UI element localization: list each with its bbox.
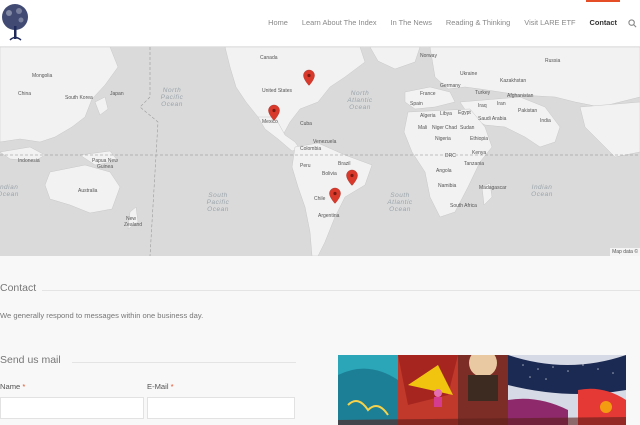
email-label: E-Mail * <box>147 382 174 391</box>
svg-text:Zealand: Zealand <box>124 222 142 228</box>
svg-text:Germany: Germany <box>440 83 461 89</box>
nav-contact[interactable]: Contact <box>582 0 624 46</box>
svg-text:Sudan: Sudan <box>460 125 475 131</box>
nav-learn-about-the-index[interactable]: Learn About The Index <box>295 0 384 46</box>
svg-text:Indonesia: Indonesia <box>18 158 40 164</box>
svg-text:Ocean: Ocean <box>349 104 371 111</box>
svg-text:Argentina: Argentina <box>318 213 340 219</box>
svg-text:Ocean: Ocean <box>161 101 183 108</box>
svg-text:Indian: Indian <box>532 184 553 191</box>
contact-description: We generally respond to messages within … <box>0 311 204 320</box>
svg-text:Ocean: Ocean <box>531 191 553 198</box>
svg-text:Ocean: Ocean <box>389 206 411 213</box>
svg-text:Guinea: Guinea <box>97 164 113 170</box>
svg-text:Nigeria: Nigeria <box>435 136 451 142</box>
svg-text:United States: United States <box>262 88 293 94</box>
svg-text:Brazil: Brazil <box>338 161 351 167</box>
send-mail-divider <box>72 362 296 363</box>
svg-text:Afghanistan: Afghanistan <box>507 93 534 99</box>
svg-text:Chile: Chile <box>314 196 326 202</box>
svg-text:Pacific: Pacific <box>161 94 184 101</box>
svg-text:North: North <box>163 87 181 94</box>
svg-text:Namibia: Namibia <box>438 183 457 189</box>
svg-text:Saudi Arabia: Saudi Arabia <box>478 116 507 122</box>
main-nav: Home Learn About The Index In The News R… <box>261 0 640 46</box>
svg-text:DRC: DRC <box>445 153 456 159</box>
map-attribution[interactable]: Map data © <box>610 248 640 256</box>
svg-text:Pacific: Pacific <box>207 199 230 206</box>
site-header: Home Learn About The Index In The News R… <box>0 0 640 47</box>
email-field[interactable] <box>147 397 295 419</box>
svg-text:Niger: Niger <box>432 125 444 131</box>
svg-text:Kenya: Kenya <box>472 150 486 156</box>
nav-home[interactable]: Home <box>261 0 295 46</box>
svg-text:South: South <box>390 192 410 199</box>
svg-text:Turkey: Turkey <box>475 90 491 96</box>
svg-text:Bolivia: Bolivia <box>322 171 337 177</box>
svg-text:Chad: Chad <box>445 125 457 131</box>
svg-text:India: India <box>540 118 551 124</box>
svg-text:Libya: Libya <box>440 111 452 117</box>
svg-text:Iran: Iran <box>497 101 506 107</box>
svg-text:Norway: Norway <box>420 53 437 59</box>
svg-text:Pakistan: Pakistan <box>518 108 537 114</box>
svg-text:China: China <box>18 91 31 97</box>
svg-text:Ukraine: Ukraine <box>460 71 477 77</box>
svg-text:France: France <box>420 91 436 97</box>
svg-text:Angola: Angola <box>436 168 452 174</box>
svg-text:Canada: Canada <box>260 55 278 61</box>
world-map[interactable]: North Pacific Ocean North Atlantic Ocean… <box>0 47 640 256</box>
svg-text:Iraq: Iraq <box>478 103 487 109</box>
svg-text:North: North <box>351 90 369 97</box>
svg-text:Madagascar: Madagascar <box>479 185 507 191</box>
svg-text:Kazakhstan: Kazakhstan <box>500 78 526 84</box>
svg-text:Ocean: Ocean <box>0 191 19 198</box>
name-label: Name * <box>0 382 26 391</box>
name-field[interactable] <box>0 397 144 419</box>
svg-text:Ocean: Ocean <box>207 206 229 213</box>
svg-text:Atlantic: Atlantic <box>386 199 413 206</box>
svg-text:Ethiopia: Ethiopia <box>470 136 488 142</box>
svg-text:South: South <box>208 192 228 199</box>
svg-text:Indian: Indian <box>0 184 18 191</box>
svg-text:Russia: Russia <box>545 58 561 64</box>
svg-text:Mexico: Mexico <box>262 119 278 125</box>
svg-text:Algeria: Algeria <box>420 113 436 119</box>
send-mail-heading: Send us mail <box>0 354 61 366</box>
svg-text:Cuba: Cuba <box>300 121 312 127</box>
svg-text:Japan: Japan <box>110 91 124 97</box>
svg-text:Egypt: Egypt <box>458 110 471 116</box>
svg-text:Peru: Peru <box>300 163 311 169</box>
required-mark: * <box>22 382 26 391</box>
tree-logo-icon[interactable] <box>0 2 32 42</box>
svg-text:Venezuela: Venezuela <box>313 139 337 145</box>
svg-text:Colombia: Colombia <box>300 146 321 152</box>
nav-reading-thinking[interactable]: Reading & Thinking <box>439 0 517 46</box>
svg-text:Australia: Australia <box>78 188 98 194</box>
svg-text:Spain: Spain <box>410 101 423 107</box>
svg-text:Atlantic: Atlantic <box>346 97 373 104</box>
svg-text:Mali: Mali <box>418 125 427 131</box>
svg-text:South Korea: South Korea <box>65 95 93 101</box>
svg-text:Mongolia: Mongolia <box>32 73 53 79</box>
nav-in-the-news[interactable]: In The News <box>384 0 439 46</box>
required-mark: * <box>170 382 174 391</box>
search-icon[interactable] <box>624 0 640 46</box>
contact-divider <box>42 290 640 291</box>
svg-text:South Africa: South Africa <box>450 203 477 209</box>
nav-visit-lare-etf[interactable]: Visit LARE ETF <box>517 0 582 46</box>
contact-heading: Contact <box>0 282 37 294</box>
artwork-image <box>338 355 626 425</box>
svg-text:Tanzania: Tanzania <box>464 161 484 167</box>
